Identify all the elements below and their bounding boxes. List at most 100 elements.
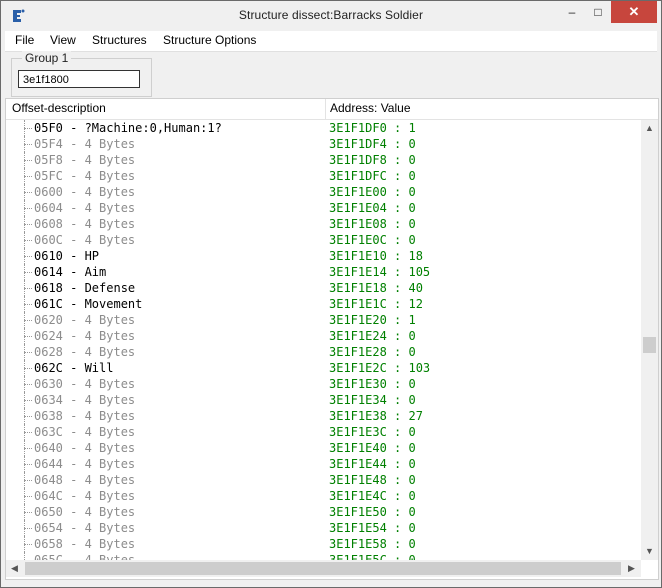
address-value: 3E1F1E00 : 0 bbox=[329, 185, 416, 199]
offset-description: 0644 - 4 Bytes bbox=[34, 457, 136, 471]
address-value: 3E1F1E44 : 0 bbox=[329, 457, 416, 471]
offset-description: 0608 - 4 Bytes bbox=[34, 217, 136, 231]
structure-row[interactable]: 0650 - 4 Bytes 3E1F1E50 : 0 bbox=[6, 504, 636, 520]
structure-row[interactable]: 0608 - 4 Bytes 3E1F1E08 : 0 bbox=[6, 216, 636, 232]
title-bar[interactable]: Structure dissect:Barracks Soldier – □ ✕ bbox=[1, 1, 661, 31]
offset-description: 0614 - Aim bbox=[34, 265, 107, 279]
tree-connector-icon bbox=[24, 280, 34, 296]
chevron-down-icon[interactable]: ▼ bbox=[641, 543, 658, 560]
minimize-button[interactable]: – bbox=[559, 1, 585, 23]
tree-connector-icon bbox=[24, 440, 34, 456]
tree-connector-icon bbox=[24, 296, 34, 312]
menu-file[interactable]: File bbox=[15, 33, 34, 47]
structure-row[interactable]: 05F0 - ?Machine:0,Human:1? 3E1F1DF0 : 1 bbox=[6, 120, 636, 136]
structure-row[interactable]: 05F8 - 4 Bytes 3E1F1DF8 : 0 bbox=[6, 152, 636, 168]
offset-description-header[interactable]: Offset-description bbox=[12, 101, 106, 115]
offset-description: 0610 - HP bbox=[34, 249, 100, 263]
address-value: 3E1F1E1C : 12 bbox=[329, 297, 423, 311]
menu-view[interactable]: View bbox=[50, 33, 76, 47]
column-divider[interactable] bbox=[325, 99, 326, 119]
structure-row[interactable]: 064C - 4 Bytes 3E1F1E4C : 0 bbox=[6, 488, 636, 504]
structure-row[interactable]: 0638 - 4 Bytes 3E1F1E38 : 27 bbox=[6, 408, 636, 424]
group-box: Group 1 3e1f1800 bbox=[11, 51, 152, 97]
address-value: 3E1F1E04 : 0 bbox=[329, 201, 416, 215]
tree-connector-icon bbox=[24, 216, 34, 232]
address-value: 3E1F1DF0 : 1 bbox=[329, 121, 416, 135]
vertical-scrollbar[interactable]: ▲ ▼ bbox=[641, 120, 658, 560]
tree-connector-icon bbox=[24, 408, 34, 424]
structure-row[interactable]: 0640 - 4 Bytes 3E1F1E40 : 0 bbox=[6, 440, 636, 456]
address-value: 3E1F1E4C : 0 bbox=[329, 489, 416, 503]
structure-row[interactable]: 063C - 4 Bytes 3E1F1E3C : 0 bbox=[6, 424, 636, 440]
tree-connector-icon bbox=[24, 248, 34, 264]
address-value: 3E1F1E3C : 0 bbox=[329, 425, 416, 439]
structure-row[interactable]: 0600 - 4 Bytes 3E1F1E00 : 0 bbox=[6, 184, 636, 200]
structure-row[interactable]: 0610 - HP 3E1F1E10 : 18 bbox=[6, 248, 636, 264]
structure-row[interactable]: 05F4 - 4 Bytes 3E1F1DF4 : 0 bbox=[6, 136, 636, 152]
address-value: 3E1F1E08 : 0 bbox=[329, 217, 416, 231]
structure-row[interactable]: 05FC - 4 Bytes 3E1F1DFC : 0 bbox=[6, 168, 636, 184]
structure-row[interactable]: 0654 - 4 Bytes 3E1F1E54 : 0 bbox=[6, 520, 636, 536]
offset-description: 0600 - 4 Bytes bbox=[34, 185, 136, 199]
structure-row[interactable]: 0648 - 4 Bytes 3E1F1E48 : 0 bbox=[6, 472, 636, 488]
address-value: 3E1F1E18 : 40 bbox=[329, 281, 423, 295]
menu-structure-options[interactable]: Structure Options bbox=[163, 33, 256, 47]
structure-row[interactable]: 061C - Movement 3E1F1E1C : 12 bbox=[6, 296, 636, 312]
tree-connector-icon bbox=[24, 328, 34, 344]
structure-list: 05F0 - ?Machine:0,Human:1? 3E1F1DF0 : 1 05… bbox=[6, 120, 636, 560]
tree-connector-icon bbox=[24, 536, 34, 552]
tree-connector-icon bbox=[24, 520, 34, 536]
structure-row[interactable]: 0618 - Defense 3E1F1E18 : 40 bbox=[6, 280, 636, 296]
offset-description: 061C - Movement bbox=[34, 297, 143, 311]
structure-row[interactable]: 060C - 4 Bytes 3E1F1E0C : 0 bbox=[6, 232, 636, 248]
structure-row[interactable]: 0624 - 4 Bytes 3E1F1E24 : 0 bbox=[6, 328, 636, 344]
maximize-button[interactable]: □ bbox=[585, 1, 611, 23]
structure-row[interactable]: 0628 - 4 Bytes 3E1F1E28 : 0 bbox=[6, 344, 636, 360]
address-value: 3E1F1E34 : 0 bbox=[329, 393, 416, 407]
horizontal-scrollbar[interactable]: ◀ ▶ bbox=[6, 560, 641, 577]
offset-description: 0630 - 4 Bytes bbox=[34, 377, 136, 391]
horizontal-scroll-thumb[interactable] bbox=[25, 562, 621, 575]
offset-description: 0650 - 4 Bytes bbox=[34, 505, 136, 519]
offset-description: 0658 - 4 Bytes bbox=[34, 537, 136, 551]
offset-description: 0634 - 4 Bytes bbox=[34, 393, 136, 407]
address-value: 3E1F1E38 : 27 bbox=[329, 409, 423, 423]
close-button[interactable]: ✕ bbox=[611, 1, 657, 23]
group-address-input[interactable]: 3e1f1800 bbox=[18, 70, 140, 88]
offset-description: 063C - 4 Bytes bbox=[34, 425, 136, 439]
offset-description: 0648 - 4 Bytes bbox=[34, 473, 136, 487]
address-value: 3E1F1E5C : 0 bbox=[329, 553, 416, 560]
tree-connector-icon bbox=[24, 312, 34, 328]
structure-row[interactable]: 0614 - Aim 3E1F1E14 : 105 bbox=[6, 264, 636, 280]
tree-connector-icon bbox=[24, 456, 34, 472]
address-value: 3E1F1E58 : 0 bbox=[329, 537, 416, 551]
structure-row[interactable]: 062C - Will 3E1F1E2C : 103 bbox=[6, 360, 636, 376]
menu-bar: File View Structures Structure Options bbox=[5, 31, 657, 52]
address-value-header[interactable]: Address: Value bbox=[330, 101, 411, 115]
address-value: 3E1F1DF4 : 0 bbox=[329, 137, 416, 151]
offset-description: 065C - 4 Bytes bbox=[34, 553, 136, 560]
tree-connector-icon bbox=[24, 488, 34, 504]
chevron-left-icon[interactable]: ◀ bbox=[6, 560, 23, 577]
chevron-up-icon[interactable]: ▲ bbox=[641, 120, 658, 137]
menu-structures[interactable]: Structures bbox=[92, 33, 147, 47]
tree-connector-icon bbox=[24, 152, 34, 168]
offset-description: 062C - Will bbox=[34, 361, 114, 375]
structure-row[interactable]: 0658 - 4 Bytes 3E1F1E58 : 0 bbox=[6, 536, 636, 552]
structure-row[interactable]: 0620 - 4 Bytes 3E1F1E20 : 1 bbox=[6, 312, 636, 328]
offset-description: 0624 - 4 Bytes bbox=[34, 329, 136, 343]
structure-row[interactable]: 0604 - 4 Bytes 3E1F1E04 : 0 bbox=[6, 200, 636, 216]
structure-row[interactable]: 0634 - 4 Bytes 3E1F1E34 : 0 bbox=[6, 392, 636, 408]
chevron-right-icon[interactable]: ▶ bbox=[623, 560, 640, 577]
address-value: 3E1F1E14 : 105 bbox=[329, 265, 431, 279]
vertical-scroll-thumb[interactable] bbox=[643, 337, 656, 353]
structure-row[interactable]: 065C - 4 Bytes 3E1F1E5C : 0 bbox=[6, 552, 636, 560]
structure-row[interactable]: 0644 - 4 Bytes 3E1F1E44 : 0 bbox=[6, 456, 636, 472]
address-value: 3E1F1E40 : 0 bbox=[329, 441, 416, 455]
tree-connector-icon bbox=[24, 264, 34, 280]
offset-description: 0628 - 4 Bytes bbox=[34, 345, 136, 359]
tree-connector-icon bbox=[24, 344, 34, 360]
address-value: 3E1F1E24 : 0 bbox=[329, 329, 416, 343]
tree-connector-icon bbox=[24, 392, 34, 408]
structure-row[interactable]: 0630 - 4 Bytes 3E1F1E30 : 0 bbox=[6, 376, 636, 392]
